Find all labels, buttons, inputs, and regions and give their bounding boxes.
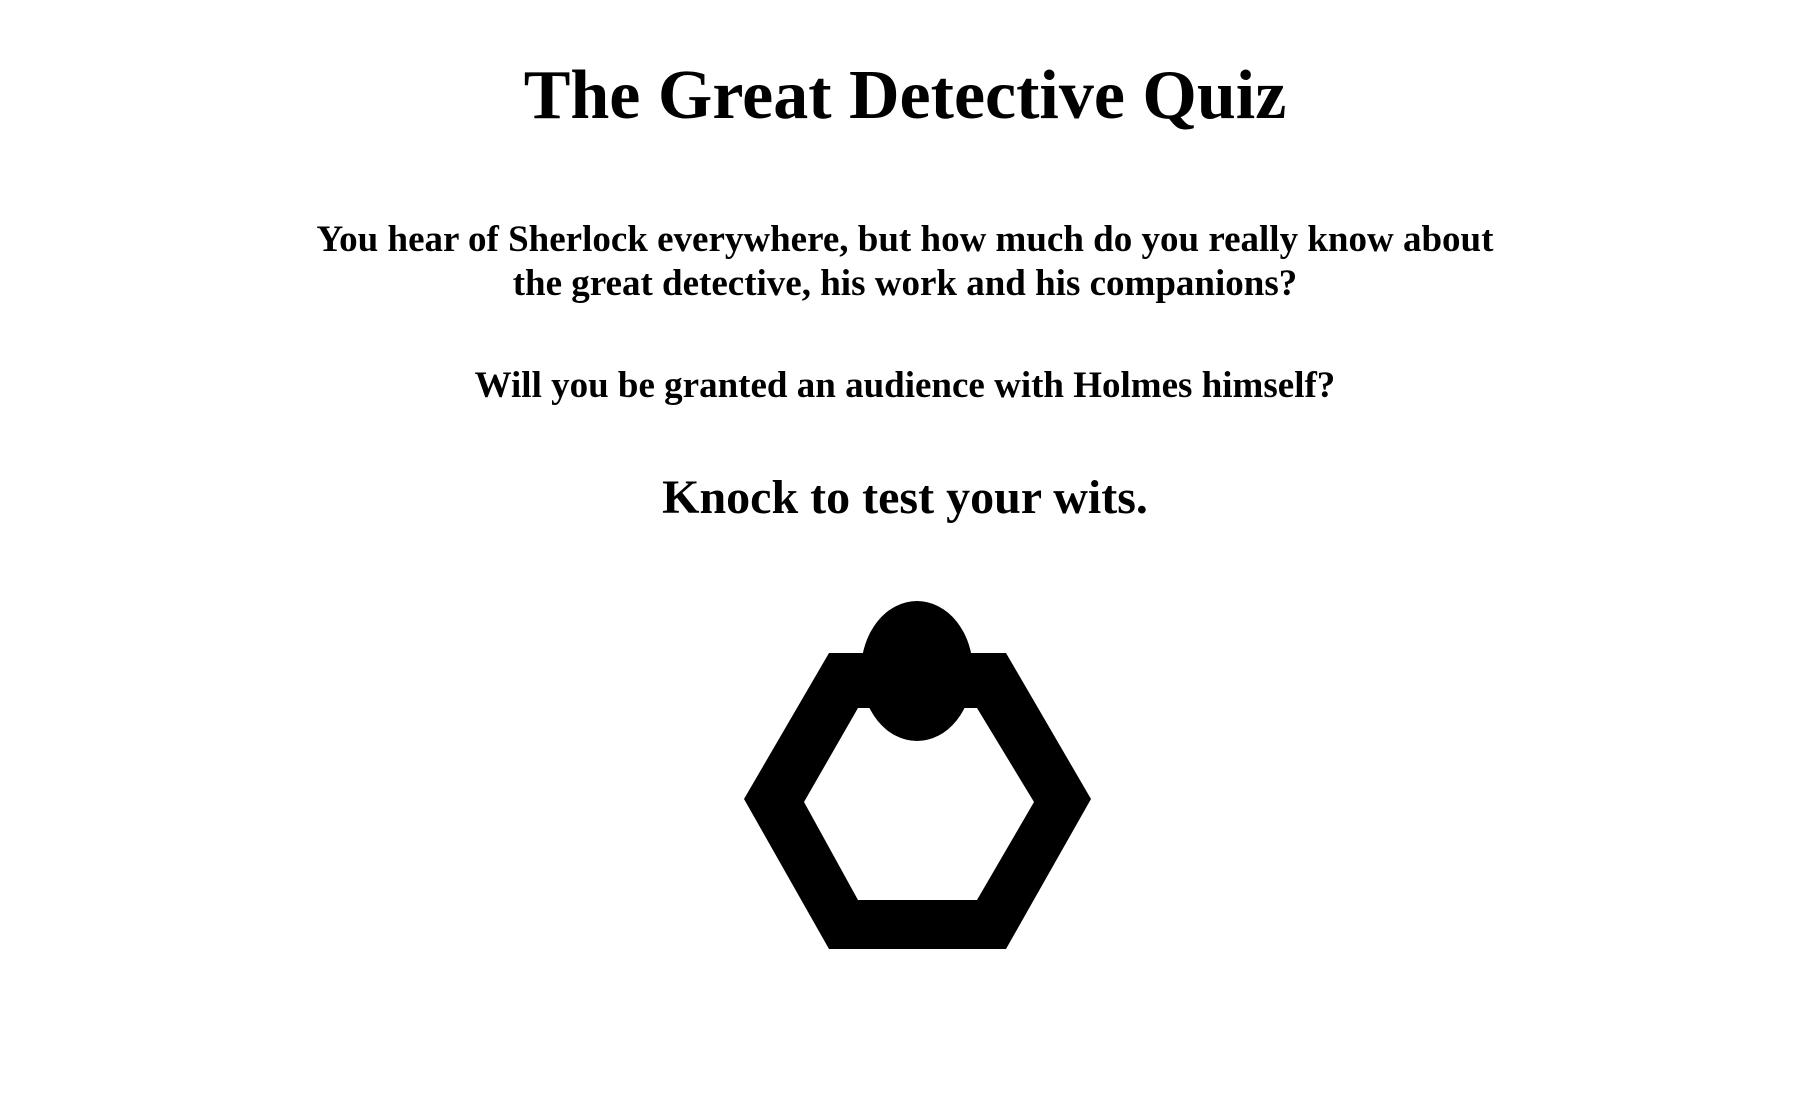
knock-prompt: Knock to test your wits. [662, 471, 1148, 524]
page-title: The Great Detective Quiz [523, 57, 1287, 134]
door-knocker-icon [744, 601, 1091, 949]
intro-text: You hear of Sherlock everywhere, but how… [316, 219, 1494, 304]
question-text: Will you be granted an audience with Hol… [474, 365, 1336, 406]
quiz-landing-page: The Great Detective Quiz You hear of She… [0, 0, 1810, 1094]
door-knocker-button[interactable] [730, 590, 1100, 960]
